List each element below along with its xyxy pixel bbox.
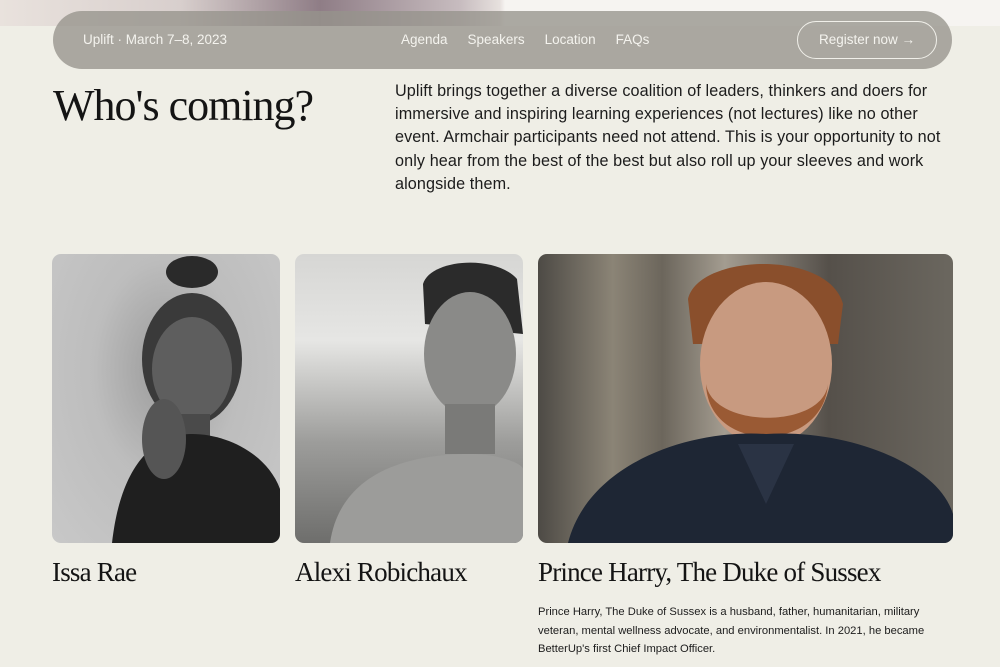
speaker-photo-prince-harry[interactable] — [538, 254, 953, 543]
speaker-name-issa-rae[interactable]: Issa Rae — [52, 557, 137, 588]
section-title: Who's coming? — [53, 81, 314, 130]
top-nav-bar: Uplift · March 7–8, 2023 Agenda Speakers… — [53, 11, 952, 69]
speaker-portrait-illustration — [568, 264, 953, 543]
register-now-button[interactable]: Register now → — [797, 21, 937, 59]
speaker-portrait-illustration — [330, 262, 523, 543]
event-brand[interactable]: Uplift · March 7–8, 2023 — [83, 11, 227, 69]
section-intro: Uplift brings together a diverse coaliti… — [395, 82, 941, 193]
nav-link-location[interactable]: Location — [545, 11, 596, 69]
speaker-photo-alexi-robichaux[interactable] — [295, 254, 523, 543]
speaker-name-alexi-robichaux[interactable]: Alexi Robichaux — [295, 557, 468, 588]
speaker-bio-prince-harry: Prince Harry, The Duke of Sussex is a hu… — [538, 606, 925, 655]
nav-link-faqs[interactable]: FAQs — [616, 11, 650, 69]
nav-link-speakers[interactable]: Speakers — [468, 11, 525, 69]
speaker-photo-issa-rae[interactable] — [52, 254, 280, 543]
speaker-portrait-illustration — [112, 256, 280, 543]
speaker-name-prince-harry[interactable]: Prince Harry, The Duke of Sussex — [538, 557, 881, 588]
nav-links: Agenda Speakers Location FAQs — [401, 11, 669, 69]
nav-link-agenda[interactable]: Agenda — [401, 11, 448, 69]
